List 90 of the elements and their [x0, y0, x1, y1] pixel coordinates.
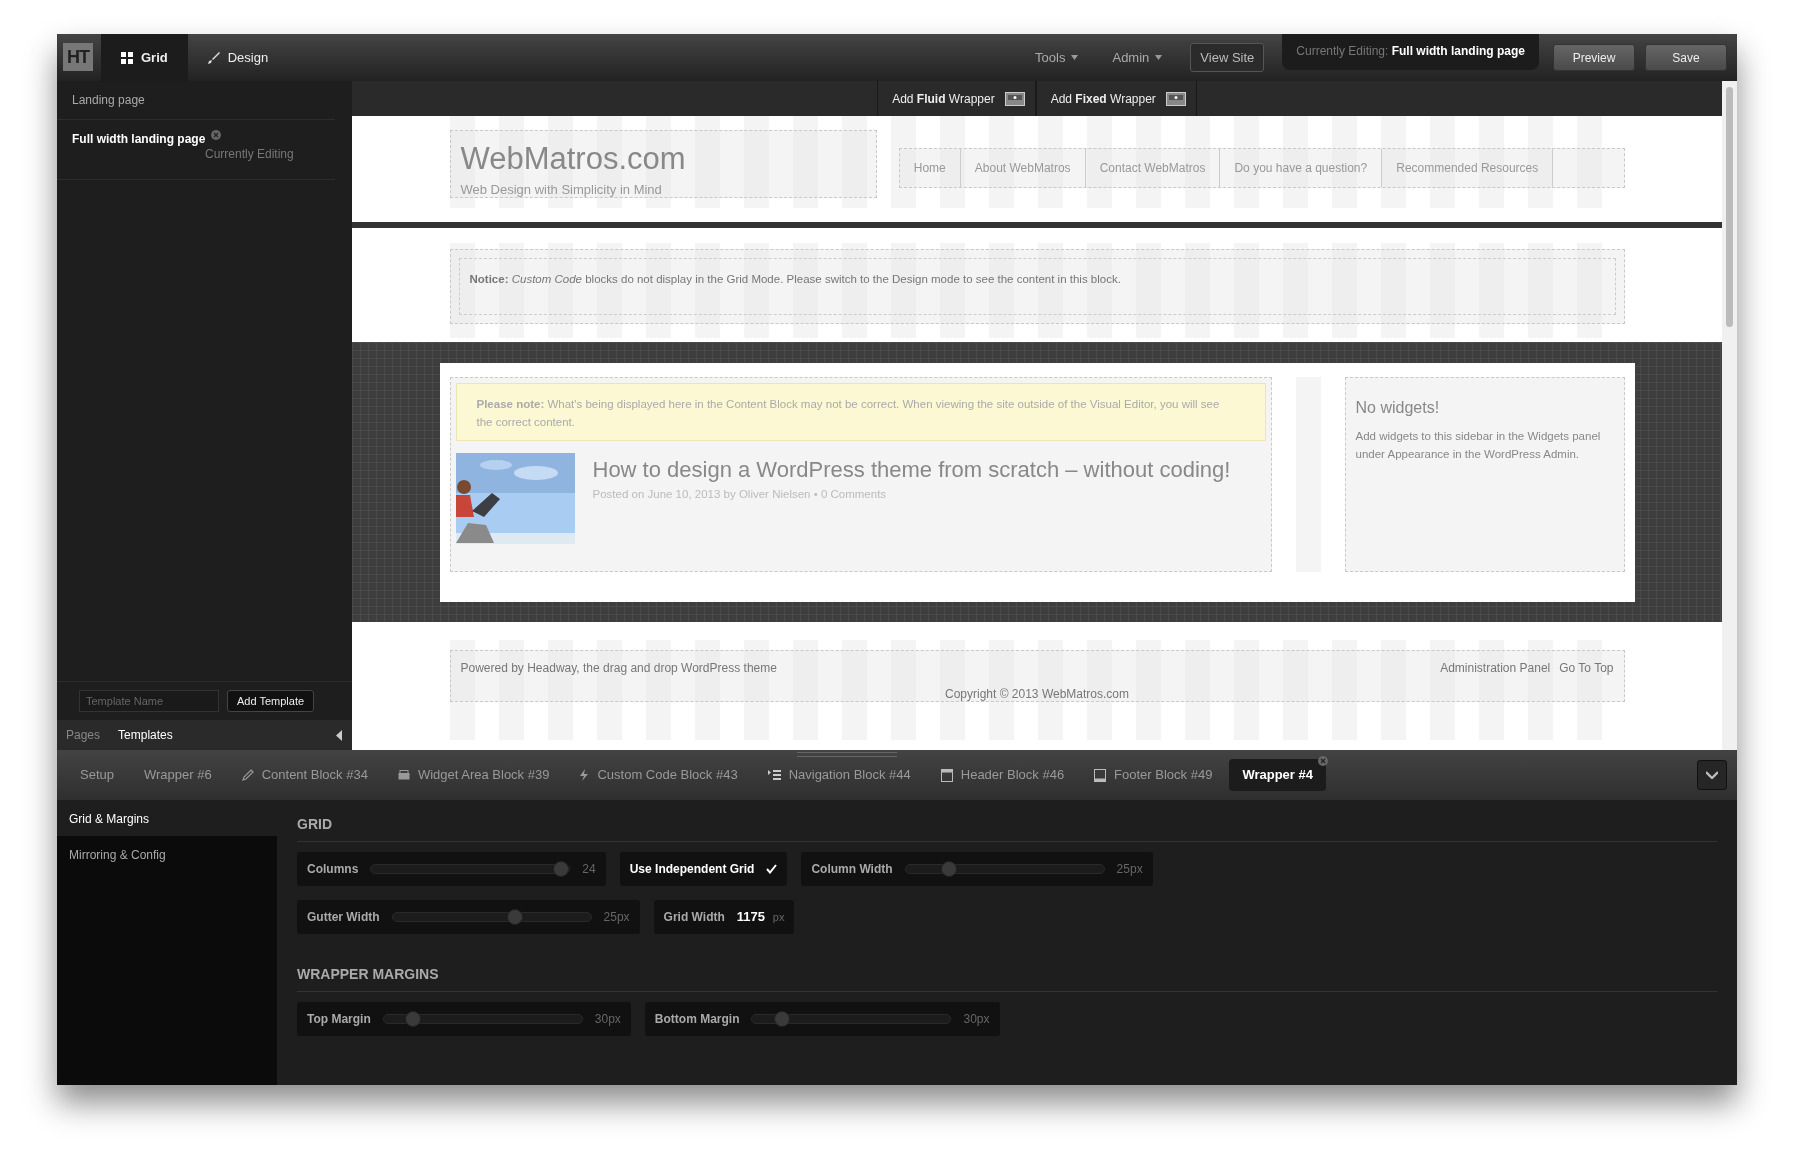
slider-thumb[interactable] — [405, 1011, 422, 1027]
resize-grip[interactable] — [797, 752, 897, 757]
close-icon — [1317, 756, 1328, 766]
mode-tab[interactable]: Grid — [101, 34, 188, 81]
setting-value: 24 — [582, 861, 596, 878]
options-tab[interactable]: Mirroring & Config — [57, 836, 277, 872]
setting-label: Bottom Margin — [654, 1011, 740, 1028]
number-field[interactable]: 1175 — [736, 907, 769, 927]
post-title[interactable]: How to design a WordPress theme from scratch – without coding! — [592, 452, 1231, 486]
mode-tab[interactable]: Design — [187, 34, 289, 81]
scrollbar[interactable] — [1722, 81, 1737, 750]
tray-icon — [397, 770, 410, 780]
block-tab[interactable]: Content Block #34 — [228, 759, 381, 791]
toggle-button[interactable]: Use Independent Grid — [619, 852, 788, 886]
section-title: WRAPPER MARGINS — [297, 964, 1717, 992]
section-title: GRID — [297, 814, 1717, 842]
list-icon — [767, 770, 781, 780]
slider-thumb[interactable] — [941, 861, 958, 877]
slider-thumb[interactable] — [553, 861, 570, 877]
slider-track[interactable] — [370, 864, 571, 874]
footer-link[interactable]: Administration Panel — [1440, 659, 1551, 677]
copyright-text: Copyright © 2013 WebMatros.com — [944, 686, 1130, 703]
options-tab[interactable]: Grid & Margins — [57, 800, 277, 836]
slider-track[interactable] — [382, 1014, 583, 1024]
nav-link[interactable]: Contact WebMatros — [1085, 149, 1221, 187]
block-tab[interactable]: Setup — [67, 759, 127, 791]
logo: HT — [63, 43, 93, 71]
block-tab[interactable]: Widget Area Block #39 — [384, 759, 563, 791]
slider-track[interactable] — [904, 864, 1105, 874]
footer-icon — [1094, 768, 1107, 782]
chevron-left-icon — [336, 729, 343, 741]
footer-text: Powered by Headway, the drag and drop WordPress theme — [460, 660, 777, 677]
sidebar-tab[interactable]: Pages — [66, 726, 101, 744]
bolt-icon — [579, 769, 590, 781]
setting-value: 30px — [963, 1011, 990, 1028]
setting-label: Column Width — [811, 861, 893, 878]
notice-text: Notice: Custom Code blocks do not display in the Grid Mode. Please switch to the Design mode to see the content in this block. — [469, 272, 1122, 287]
setting-label: Columns — [307, 861, 359, 878]
slider-track[interactable] — [391, 912, 592, 922]
block-tab[interactable]: Header Block #46 — [927, 759, 1078, 791]
nav-link[interactable]: About WebMatros — [960, 149, 1086, 187]
toolbar-button[interactable]: Preview — [1553, 44, 1635, 71]
toolbar-button[interactable]: Save — [1645, 44, 1727, 71]
nav-link[interactable]: Home — [899, 149, 961, 187]
block-tab[interactable]: Wrapper #4 — [1229, 759, 1326, 791]
setting-label: Gutter Width — [307, 909, 380, 926]
layout-item[interactable]: Full width landing page Currently Editing — [57, 120, 335, 180]
unit-label: px — [772, 909, 785, 925]
menu-button[interactable]: Tools — [1029, 34, 1085, 81]
note-text: Please note: What's being displayed here in the Content Block may not be correct. When viewing the site outside of the Visual Editor, you will see the correct content. — [455, 383, 1266, 441]
brush-icon — [207, 51, 220, 64]
setting-value: 25px — [1116, 861, 1143, 878]
slider-track[interactable] — [751, 1014, 952, 1024]
setting-label: Grid Width — [663, 909, 725, 926]
site-tagline: Web Design with Simplicity in Mind — [460, 180, 663, 197]
setting-value: 30px — [594, 1011, 621, 1028]
widgets-title: No widgets! — [1355, 398, 1441, 418]
caret-icon — [1071, 55, 1079, 60]
setting-label: Top Margin — [307, 1011, 371, 1028]
wrapper-icon — [1165, 91, 1186, 106]
widgets-text: Add widgets to this sidebar in the Widgets panel under Appearance in the WordPress Admin. — [1355, 429, 1602, 462]
layout-item[interactable]: Landing page — [57, 81, 335, 120]
template-name-field[interactable]: Template Name — [79, 689, 219, 712]
view-site-button[interactable]: View Site — [1190, 42, 1265, 73]
widgets-link[interactable]: Widgets panel — [1527, 430, 1601, 442]
grid-icon — [121, 51, 133, 64]
header-icon — [940, 768, 953, 782]
close-icon — [211, 130, 222, 140]
menu-button[interactable]: Admin — [1106, 34, 1169, 81]
scrollbar-thumb[interactable] — [1726, 87, 1733, 327]
wrapper-icon — [1004, 91, 1025, 106]
block-tab[interactable]: Custom Code Block #43 — [566, 759, 751, 791]
site-title: WebMatros.com — [460, 143, 687, 176]
slider-thumb[interactable] — [507, 909, 524, 925]
block-tab[interactable]: Navigation Block #44 — [754, 759, 924, 791]
caret-icon — [1155, 55, 1163, 60]
editing-status: Currently Editing: Full width landing page — [1282, 34, 1539, 70]
footer-link[interactable]: drag and drop WordPress theme — [603, 661, 777, 675]
slider-thumb[interactable] — [774, 1011, 791, 1027]
chevron-down-icon — [1706, 771, 1718, 779]
collapse-button[interactable] — [1697, 760, 1727, 790]
footer-link[interactable]: Go To Top — [1559, 659, 1614, 677]
block-tab[interactable]: Wrapper #6 — [131, 759, 225, 791]
sidebar-tab[interactable]: Templates — [118, 726, 173, 744]
pencil-icon — [241, 769, 254, 781]
block-tab[interactable]: Footer Block #49 — [1081, 759, 1226, 791]
add-template-button[interactable]: Add Template — [227, 689, 315, 712]
nav-link[interactable]: Do you have a question? — [1220, 149, 1383, 187]
nav-link[interactable]: Recommended Resources — [1382, 149, 1554, 187]
setting-value: 25px — [603, 909, 630, 926]
